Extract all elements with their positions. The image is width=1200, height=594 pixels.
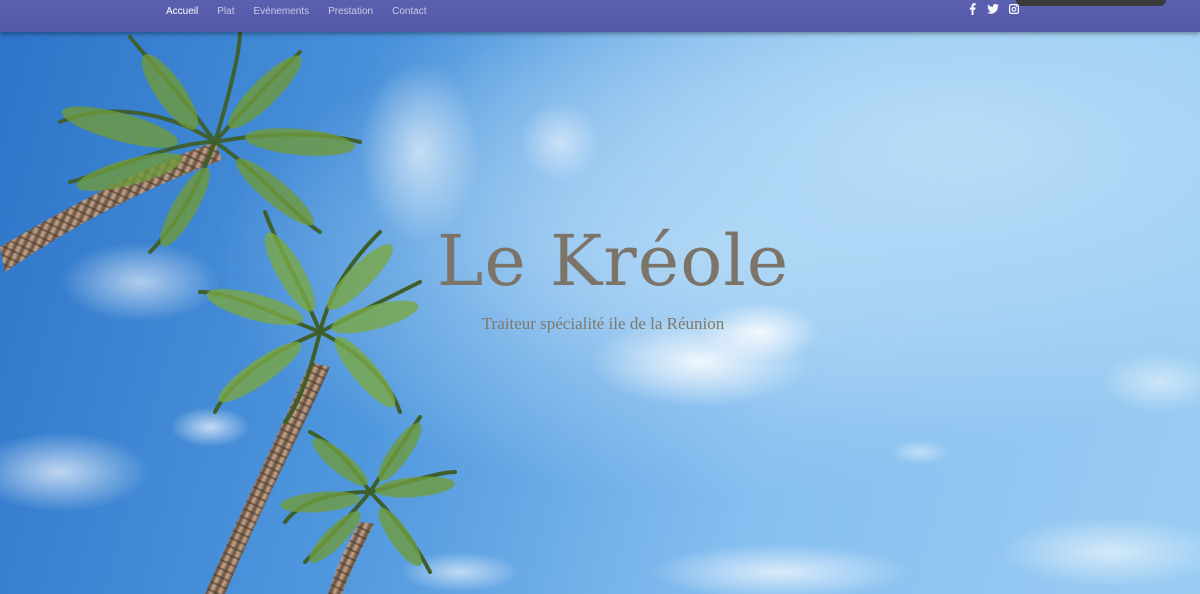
nav-link-prestation[interactable]: Prestation bbox=[328, 6, 373, 17]
social-links bbox=[966, 1, 1020, 17]
facebook-icon[interactable] bbox=[966, 2, 978, 16]
palm-tree-illustration bbox=[0, 32, 1200, 594]
hero-title: Le Kréole bbox=[436, 220, 790, 302]
hero-subtitle: Traiteur spécialité ile de la Réunion bbox=[481, 314, 725, 333]
corner-tab[interactable] bbox=[1016, 0, 1166, 6]
main-menu: Accueil Plat Evénements Prestation Conta… bbox=[166, 0, 446, 22]
hero-banner: Le Kréole Traiteur spécialité ile de la … bbox=[0, 32, 1200, 594]
nav-link-contact[interactable]: Contact bbox=[392, 6, 426, 17]
twitter-icon[interactable] bbox=[987, 2, 999, 16]
nav-link-plat[interactable]: Plat bbox=[217, 6, 234, 17]
nav-link-evenements[interactable]: Evénements bbox=[253, 6, 309, 17]
nav-link-accueil[interactable]: Accueil bbox=[166, 6, 198, 17]
